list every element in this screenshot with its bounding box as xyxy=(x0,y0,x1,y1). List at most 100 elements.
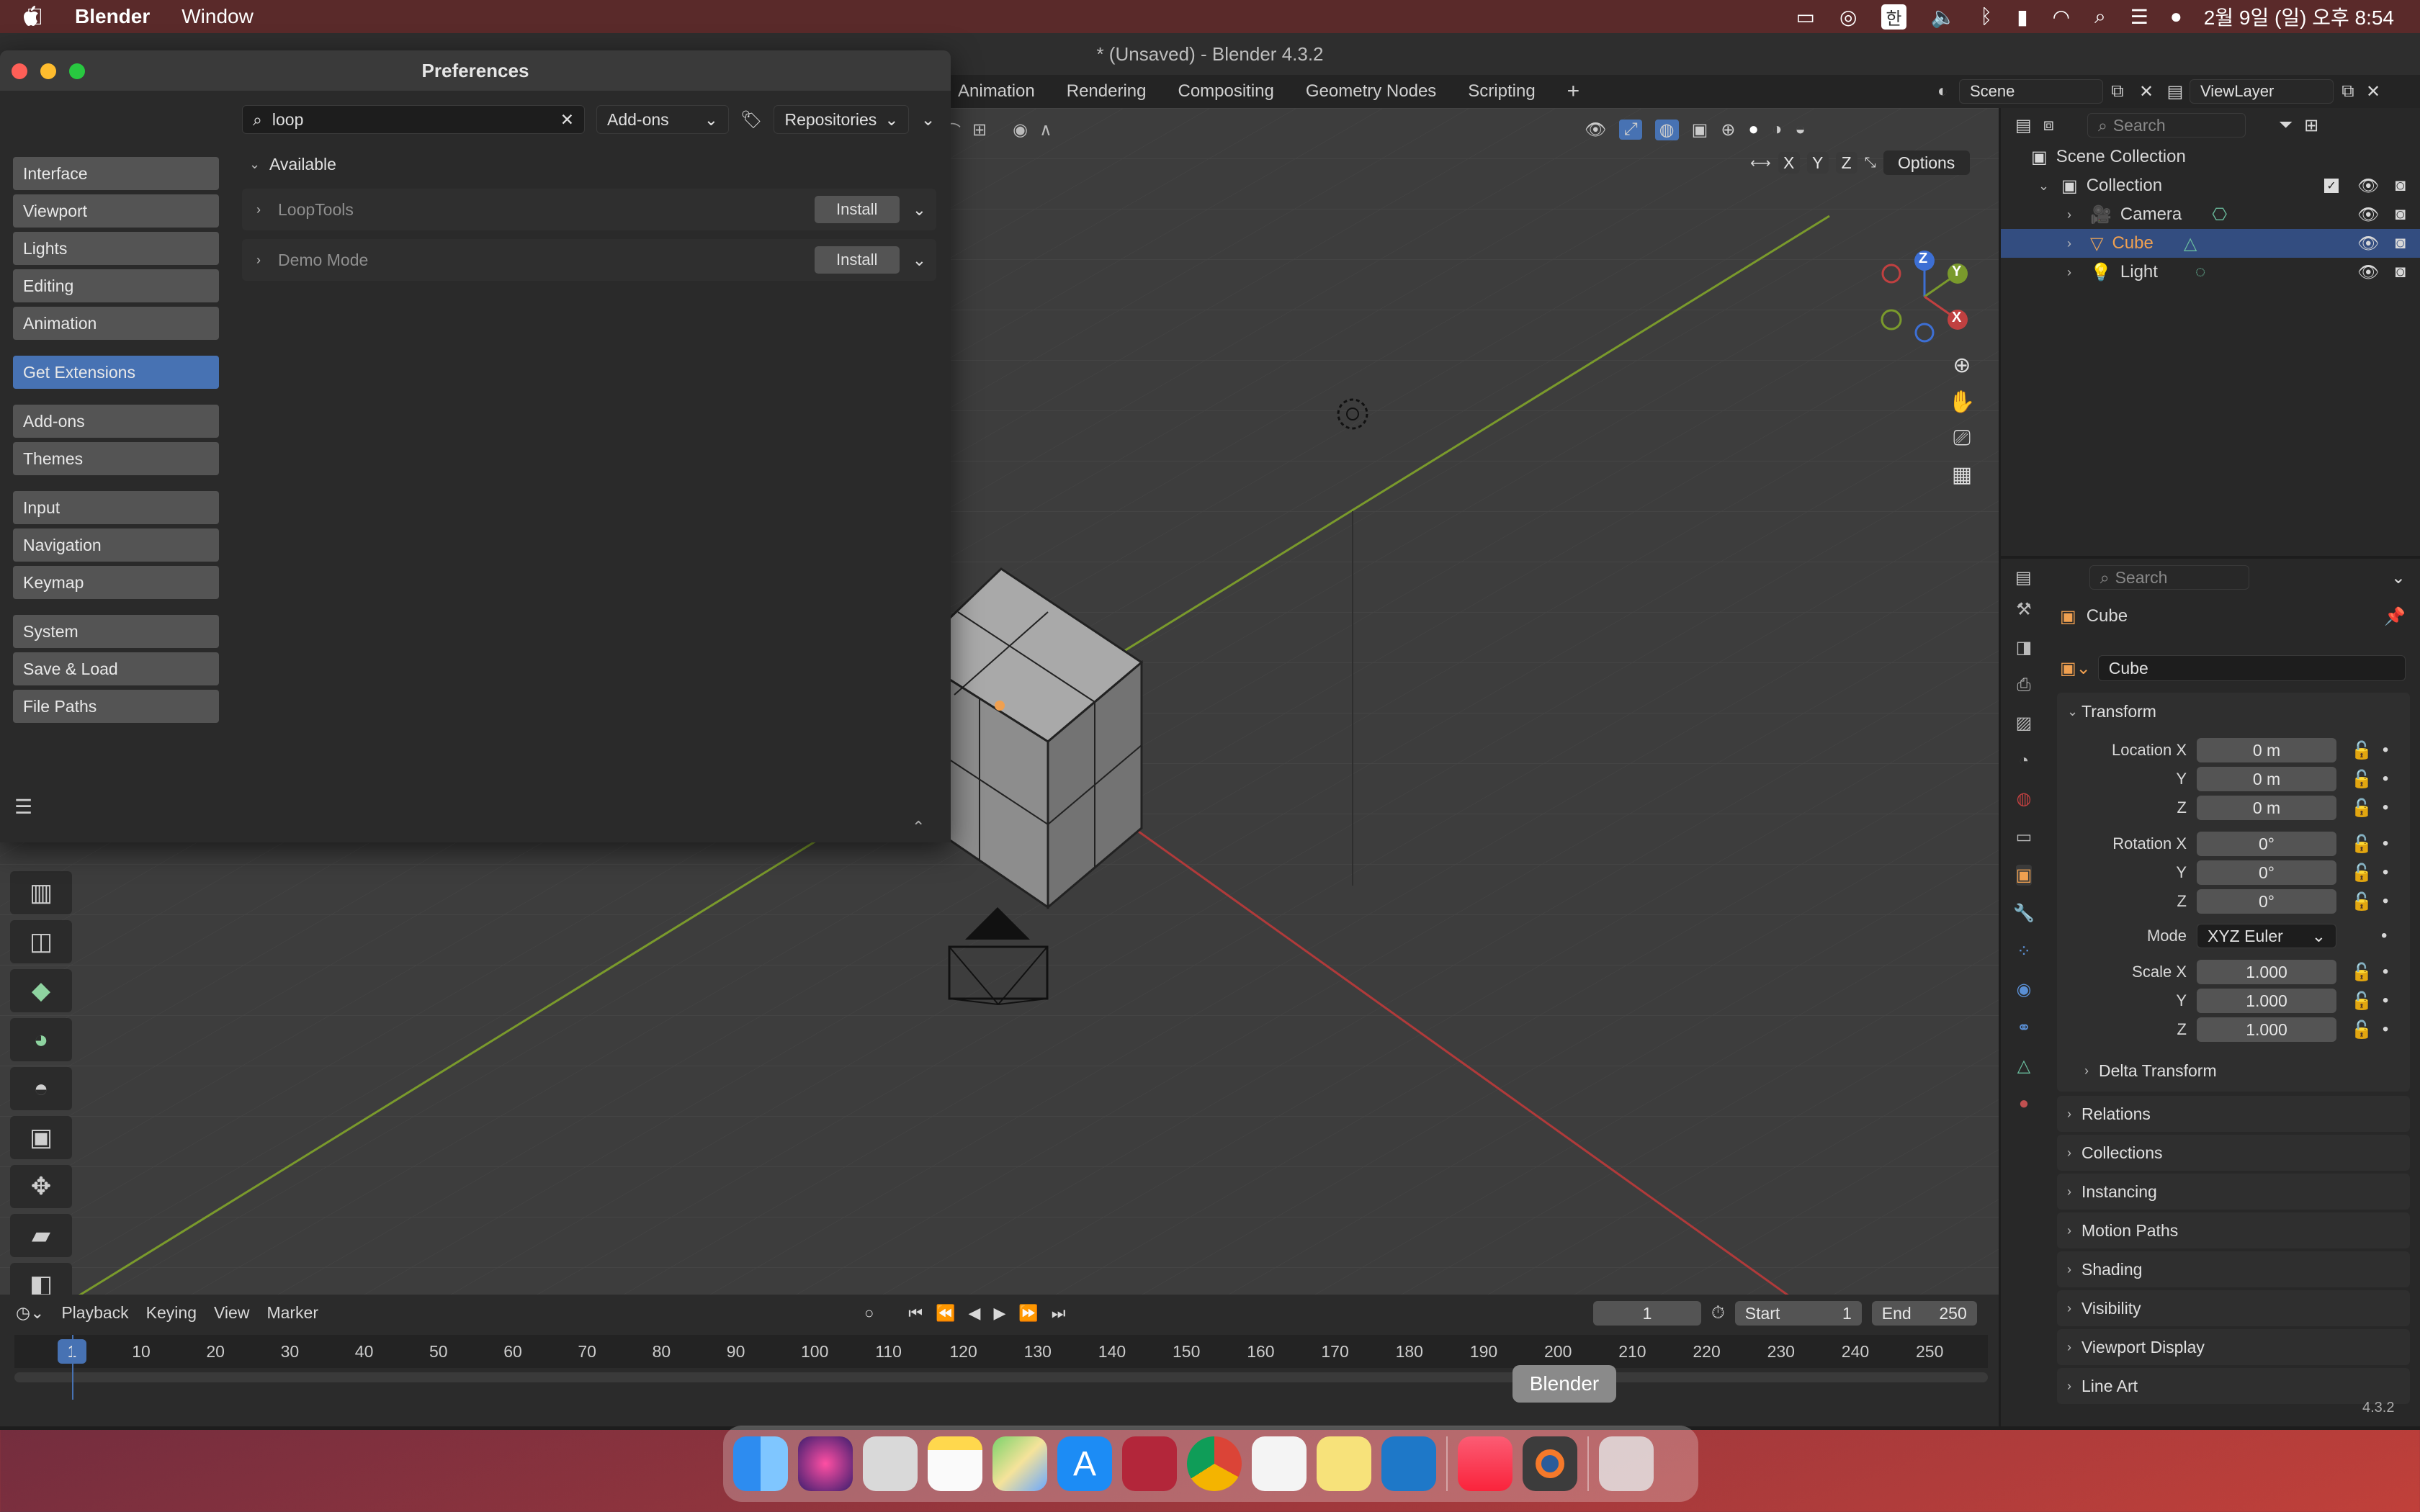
tool-inset[interactable]: ◫ xyxy=(10,920,72,963)
collection-tab-icon[interactable]: ▭ xyxy=(2016,827,2033,847)
object-selector-icon[interactable]: ▣⌄ xyxy=(2060,658,2091,679)
ortho-grid-icon[interactable]: ▦ xyxy=(1952,462,1972,487)
snap-increment-icon[interactable]: ⊞ xyxy=(972,120,987,140)
apple-logo-icon[interactable] xyxy=(22,5,42,28)
gizmo-toggle-icon[interactable]: ⤢ xyxy=(1619,120,1642,140)
lock-icon[interactable]: 🔓 xyxy=(2351,991,2372,1012)
nav-keymap[interactable]: Keymap xyxy=(13,566,219,599)
render-camera-icon[interactable]: ◙ xyxy=(2396,176,2406,196)
chevron-right-icon[interactable]: › xyxy=(2067,1184,2081,1200)
jump-start-icon[interactable]: ⏮ xyxy=(908,1304,923,1323)
menu-window[interactable]: Window xyxy=(182,5,254,28)
rendered-shading-icon[interactable]: ◒ xyxy=(1795,120,1806,140)
delete-view-layer-icon[interactable]: ✕ xyxy=(2362,81,2384,102)
chevron-right-icon[interactable]: › xyxy=(2067,1223,2081,1238)
nav-animation[interactable]: Animation xyxy=(13,307,219,340)
scene-icon[interactable]: ◐ xyxy=(1937,81,1959,102)
lock-icon[interactable]: 🔓 xyxy=(2351,863,2372,883)
filter-select[interactable]: Add-ons ⌄ xyxy=(596,105,729,134)
options-dropdown[interactable]: Options xyxy=(1883,150,1970,175)
tool-move[interactable]: ✥ xyxy=(10,1165,72,1208)
tool-bevel[interactable]: ◆ xyxy=(10,969,72,1012)
menu-keying[interactable]: Keying xyxy=(146,1303,197,1323)
chevron-right-icon[interactable]: › xyxy=(2067,236,2081,251)
chevron-down-icon[interactable]: ⌄ xyxy=(2391,567,2406,588)
collapse-region-icon[interactable]: ⌃ xyxy=(912,818,925,837)
nav-add-ons[interactable]: Add-ons xyxy=(13,405,219,438)
tab-animation[interactable]: Animation xyxy=(958,81,1035,102)
location-y-field[interactable]: 0 m xyxy=(2197,767,2336,791)
solid-shading-icon[interactable]: ● xyxy=(1748,120,1759,140)
tool-loop-cut[interactable]: ◕ xyxy=(10,1018,72,1061)
scene-collection-row[interactable]: ▣ Scene Collection xyxy=(2001,143,2420,171)
chevron-down-icon[interactable]: ⌄ xyxy=(913,251,926,270)
rotation-z-field[interactable]: 0° xyxy=(2197,889,2336,914)
new-view-layer-icon[interactable]: ⧉ xyxy=(2334,81,2362,102)
menu-playback[interactable]: Playback xyxy=(61,1303,128,1323)
menu-app-name[interactable]: Blender xyxy=(75,5,150,28)
filter-icon[interactable]: ⏷ xyxy=(2279,115,2293,135)
outliner-item-camera[interactable]: › 🎥 Camera ⎔ 👁 ◙ xyxy=(2001,200,2420,229)
lock-icon[interactable]: 🔓 xyxy=(2351,891,2372,912)
tool-shear[interactable]: ▰ xyxy=(10,1214,72,1257)
delete-scene-icon[interactable]: ✕ xyxy=(2132,81,2161,102)
xray-icon[interactable]: ▣ xyxy=(1692,120,1708,140)
line-art-panel[interactable]: › Line Art xyxy=(2057,1368,2410,1404)
chevron-down-icon[interactable]: ⌄ xyxy=(249,157,264,172)
maps-icon[interactable] xyxy=(992,1436,1047,1491)
tab-geometry-nodes[interactable]: Geometry Nodes xyxy=(1306,81,1436,102)
proportional-edit-icon[interactable]: ◉ xyxy=(1013,120,1028,140)
chevron-right-icon[interactable]: › xyxy=(2067,1379,2081,1394)
instancing-panel[interactable]: › Instancing xyxy=(2057,1174,2410,1210)
object-name-field[interactable]: Cube xyxy=(2097,655,2406,681)
tool-tab-icon[interactable]: ⚒ xyxy=(2016,599,2032,620)
chevron-right-icon[interactable]: › xyxy=(2067,1262,2081,1277)
bluetooth-icon[interactable]: ᛒ xyxy=(1980,5,1992,28)
addon-row-demo-mode[interactable]: › Demo Mode Install ⌄ xyxy=(242,239,936,281)
motion-paths-panel[interactable]: › Motion Paths xyxy=(2057,1212,2410,1248)
stopwatch-icon[interactable]: ⏱ xyxy=(1711,1303,1725,1323)
rotation-x-field[interactable]: 0° xyxy=(2197,832,2336,856)
current-frame-field[interactable]: 1 xyxy=(1593,1301,1701,1326)
tab-compositing[interactable]: Compositing xyxy=(1178,81,1273,102)
falloff-icon[interactable]: ∧ xyxy=(1039,120,1052,140)
constraints-tab-icon[interactable]: ⚭ xyxy=(2017,1017,2031,1038)
vscode-icon[interactable] xyxy=(1381,1436,1436,1491)
play-icon[interactable]: ▶ xyxy=(993,1304,1005,1323)
jump-end-icon[interactable]: ⏭ xyxy=(1052,1304,1066,1323)
keyframe-dot[interactable]: • xyxy=(2383,798,2388,818)
start-frame-field[interactable]: Start 1 xyxy=(1734,1301,1862,1326)
mirror-x-toggle[interactable]: X xyxy=(1778,152,1800,174)
frame-ruler[interactable]: 1 10203040506070809010011012013014015016… xyxy=(14,1335,1988,1368)
tool-extrude[interactable]: ▥ xyxy=(10,871,72,914)
tool-knife[interactable]: ◓ xyxy=(10,1067,72,1110)
nav-viewport[interactable]: Viewport xyxy=(13,194,219,228)
nav-lights[interactable]: Lights xyxy=(13,232,219,265)
shading-panel[interactable]: › Shading xyxy=(2057,1251,2410,1287)
properties-editor-icon[interactable]: ▤ xyxy=(2015,567,2032,588)
textedit-icon[interactable] xyxy=(1252,1436,1307,1491)
tool-poly-build[interactable]: ▣ xyxy=(10,1116,72,1159)
mirror-icon[interactable]: ⟷ xyxy=(1750,154,1771,172)
keyframe-dot[interactable]: • xyxy=(2381,926,2387,946)
particles-tab-icon[interactable]: ⁘ xyxy=(2017,941,2031,962)
outliner-item-light[interactable]: › 💡 Light ◌ 👁 ◙ xyxy=(2001,258,2420,287)
nav-editing[interactable]: Editing xyxy=(13,269,219,302)
lock-icon[interactable]: 🔓 xyxy=(2351,962,2372,983)
chevron-right-icon[interactable]: › xyxy=(2084,1063,2099,1079)
lock-icon[interactable]: 🔓 xyxy=(2351,798,2372,819)
launchpad-icon[interactable] xyxy=(863,1436,918,1491)
cloud-icon[interactable]: ◎ xyxy=(1839,5,1857,29)
wireframe-shading-icon[interactable]: ⊕ xyxy=(1721,120,1735,140)
render-camera-icon[interactable]: ◙ xyxy=(2396,262,2406,282)
display-mode-icon[interactable]: ⧈ xyxy=(2043,115,2054,135)
volume-icon[interactable]: 🔈 xyxy=(1931,5,1956,29)
render-tab-icon[interactable]: ◨ xyxy=(2016,637,2033,658)
chevron-down-icon[interactable]: ⌄ xyxy=(2067,704,2081,719)
pan-hand-icon[interactable]: ✋ xyxy=(1948,390,1975,415)
chevron-right-icon[interactable]: › xyxy=(2067,1340,2081,1355)
input-method-indicator[interactable]: 한 xyxy=(1881,4,1906,30)
physics-tab-icon[interactable]: ◉ xyxy=(2017,979,2032,1000)
visibility-icon[interactable]: 👁 xyxy=(1585,120,1606,140)
trash-icon[interactable] xyxy=(1599,1436,1654,1491)
